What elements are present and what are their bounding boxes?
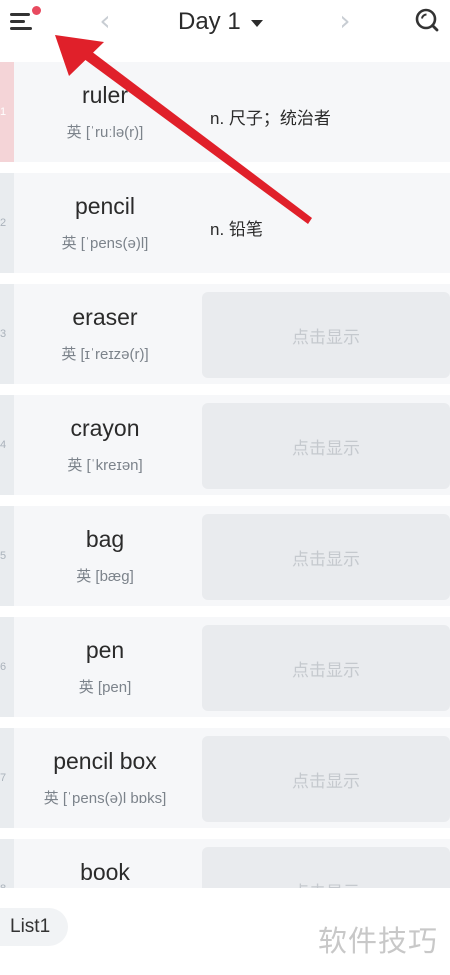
day-selector[interactable]: Day 1 [178,4,263,40]
bottom-bar: List1 软件技巧 [0,888,450,975]
word-text: pencil box [53,748,157,774]
phonetic-text: 英 [bæg] [76,568,134,585]
phonetic-text: 英 [ɪˈreɪzə(r)] [61,346,149,363]
row-number: 5 [0,506,14,606]
word-row[interactable]: 2 pencil 英 [ˈpens(ə)l] n. 铅笔 [0,173,450,273]
menu-icon [10,13,30,16]
row-number: 7 [0,728,14,828]
word-text: pen [85,637,125,663]
notification-dot [32,6,41,15]
row-number: 1 [0,62,14,162]
top-bar: ‹ Day 1 › [0,0,450,44]
word-cell[interactable]: crayon 英 [ˈkreɪən] [14,395,196,495]
meaning-text: n. 尺子；统治者 [210,109,331,128]
word-row[interactable]: 1 ruler 英 [ˈruːlə(r)] n. 尺子；统治者 [0,62,450,162]
row-number: 3 [0,284,14,384]
phonetic-text: 英 [ˈpens(ə)l] [61,235,149,252]
word-text: ruler [81,82,128,108]
row-number: 2 [0,173,14,273]
word-text: crayon [70,415,140,441]
word-cell[interactable]: bag 英 [bæg] [14,506,196,606]
word-text: pencil [74,193,136,219]
word-row[interactable]: 4 crayon 英 [ˈkreɪən] 点击显示 [0,395,450,495]
word-cell[interactable]: pencil 英 [ˈpens(ə)l] [14,173,196,273]
word-row[interactable]: 7 pencil box 英 [ˈpens(ə)l bɒks] 点击显示 [0,728,450,828]
row-number: 4 [0,395,14,495]
phonetic-text: 英 [ˈruːlə(r)] [66,124,144,141]
phonetic-text: 英 [ˈpens(ə)l bɒks] [43,790,167,807]
list-tab[interactable]: List1 [0,908,68,946]
word-cell[interactable]: eraser 英 [ɪˈreɪzə(r)] [14,284,196,384]
word-row[interactable]: 5 bag 英 [bæg] 点击显示 [0,506,450,606]
search-icon [415,8,439,32]
page-title: Day 1 [178,8,241,35]
word-cell[interactable]: pen 英 [pen] [14,617,196,717]
reveal-meaning-button[interactable]: 点击显示 [202,514,450,600]
caret-down-icon [250,19,263,27]
word-text: bag [85,526,125,552]
word-cell[interactable]: pencil box 英 [ˈpens(ə)l bɒks] [14,728,196,828]
previous-day-button[interactable]: ‹ [93,6,117,36]
word-text: book [80,859,130,885]
meaning-text: n. 铅笔 [210,220,263,239]
word-cell[interactable]: ruler 英 [ˈruːlə(r)] [14,62,196,162]
phonetic-text: 英 [pen] [78,679,132,696]
word-row[interactable]: 6 pen 英 [pen] 点击显示 [0,617,450,717]
word-text: eraser [72,304,138,330]
reveal-meaning-button[interactable]: 点击显示 [202,736,450,822]
reveal-meaning-button[interactable]: 点击显示 [202,403,450,489]
word-row[interactable]: 3 eraser 英 [ɪˈreɪzə(r)] 点击显示 [0,284,450,384]
row-number: 6 [0,617,14,717]
next-day-button[interactable]: › [333,6,357,36]
watermark: 软件技巧 [318,924,439,958]
reveal-meaning-button[interactable]: 点击显示 [202,292,450,378]
reveal-meaning-button[interactable]: 点击显示 [202,625,450,711]
menu-button[interactable] [8,6,42,36]
phonetic-text: 英 [ˈkreɪən] [67,457,143,474]
search-button[interactable] [413,6,441,34]
